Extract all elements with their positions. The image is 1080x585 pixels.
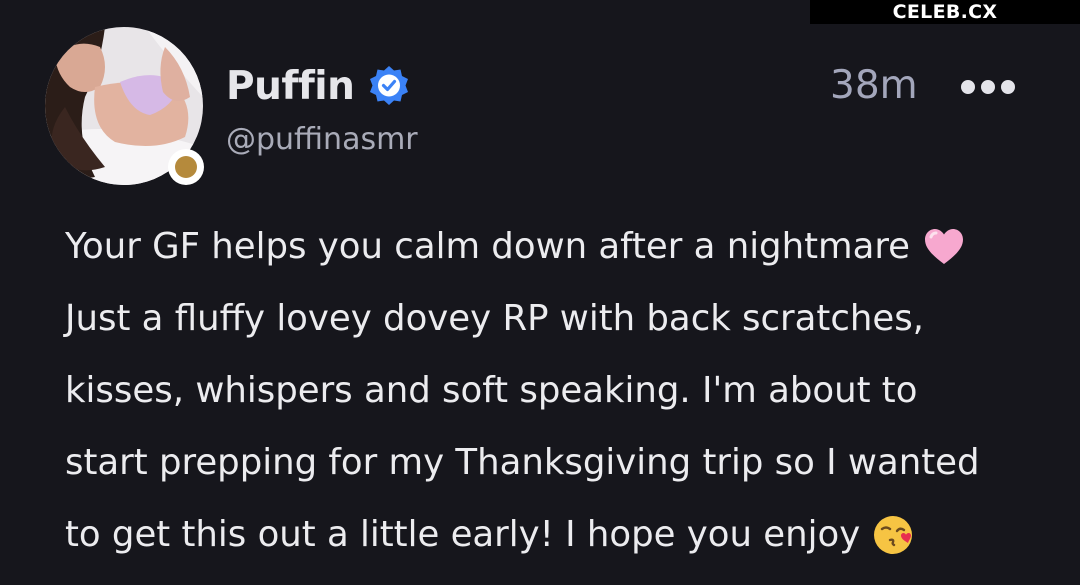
post-line-text: Your GF helps you calm down after a nigh… <box>65 226 910 267</box>
author-avatar[interactable] <box>45 27 204 185</box>
online-status-indicator <box>168 149 204 185</box>
post-line-text: kisses, whispers and soft speaking. I'm … <box>65 370 918 411</box>
face-blowing-kiss-emoji-icon <box>872 513 916 557</box>
author-display-name[interactable]: Puffin <box>226 64 355 109</box>
post-line: kisses, whispers and soft speaking. I'm … <box>65 355 1060 427</box>
post-line: to get this out a little early! I hope y… <box>65 499 1060 571</box>
post-line-text: Just a fluffy lovey dovey RP with back s… <box>65 298 924 339</box>
more-options-icon <box>959 78 1017 96</box>
more-options-button[interactable] <box>955 72 1021 102</box>
author-handle[interactable]: @puffinasmr <box>226 122 418 157</box>
author-name-row: Puffin <box>226 60 412 112</box>
post-body: Your GF helps you calm down after a nigh… <box>65 211 1060 571</box>
post-timestamp[interactable]: 38m <box>830 63 918 108</box>
watermark: CELEB.CX <box>810 0 1080 24</box>
post-line: Just a fluffy lovey dovey RP with back s… <box>65 283 1060 355</box>
post-line: Your GF helps you calm down after a nigh… <box>65 211 1060 283</box>
post-line: start prepping for my Thanksgiving trip … <box>65 427 1060 499</box>
pink-heart-emoji-icon <box>922 225 966 269</box>
verified-badge-icon <box>366 63 412 109</box>
post-line-text: to get this out a little early! I hope y… <box>65 514 861 555</box>
post-line-text: start prepping for my Thanksgiving trip … <box>65 442 980 483</box>
